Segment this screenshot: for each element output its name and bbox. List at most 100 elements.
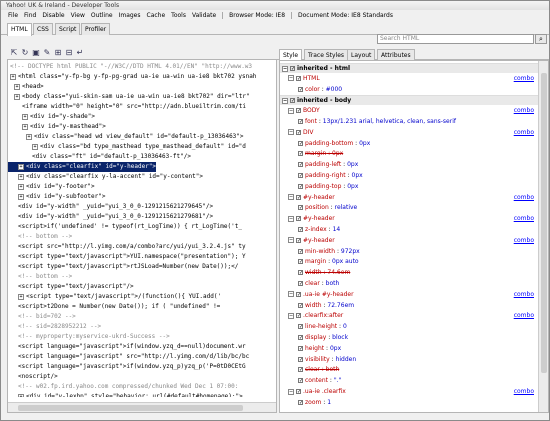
scrollbar-thumb[interactable] [18,405,243,411]
html-node[interactable]: <script language="javascript">if(window.… [8,342,246,352]
html-node[interactable]: <!-- sid=2828952212 --> [8,322,101,332]
html-node[interactable]: + <html class="y-fp-bg y-fp-pg-grad ua-ie… [8,72,256,82]
source-link[interactable]: combo [514,311,534,321]
expand-node-icon[interactable]: + [18,183,24,190]
horizontal-scrollbar[interactable] [8,402,276,412]
html-node[interactable]: <noscript/> [8,372,58,382]
html-node[interactable]: + <div id="y-shade"> [8,112,95,122]
checkbox[interactable]: ✓ [298,281,303,287]
html-node[interactable]: <script type="text/javascript">rtJSLoad=… [8,262,238,272]
checkbox[interactable]: ✓ [298,399,303,405]
source-link[interactable]: combo [514,193,534,203]
checkbox[interactable]: ✓ [296,75,301,81]
checkbox[interactable]: ✓ [298,119,303,125]
document-mode-menu[interactable]: Document Mode: IE8 Standards [295,12,396,19]
menu-find[interactable]: Find [21,12,39,19]
html-node[interactable]: <!-- bid=702 --> [8,312,76,322]
checkbox[interactable]: ✓ [298,302,303,308]
collapse-icon[interactable]: ⊟ [64,48,74,58]
checkbox[interactable]: ✓ [298,227,303,233]
html-node[interactable]: <script>if('undefined' != typeof(rt_LogT… [8,222,242,232]
checkbox[interactable]: ✓ [298,259,303,265]
expand-node-icon[interactable]: + [10,73,16,80]
source-link[interactable]: combo [514,106,534,116]
html-tree-pane[interactable]: <!-- DOCTYPE html PUBLIC "-//W3C//DTD HT… [7,59,277,413]
html-node[interactable]: + <div class="head wd view_default" id="d… [8,132,244,142]
html-node[interactable]: <script src="http://l.yimg.com/a/combo?a… [8,242,246,252]
html-node[interactable]: + <div id="y-subfooter"> [8,192,105,202]
tab-attributes[interactable]: Attributes [377,49,415,60]
html-node[interactable]: <script language="javascript">if(window.… [8,362,246,372]
html-node[interactable]: <!-- myproperty:myservice-ukrd-Success -… [8,332,170,342]
collapse-icon[interactable]: − [288,312,294,319]
source-link[interactable]: combo [514,387,534,397]
checkbox[interactable]: ✓ [296,237,301,243]
html-node[interactable]: + <head> [8,82,44,92]
expand-node-icon[interactable]: + [14,83,20,90]
checkbox[interactable]: ✓ [296,129,301,135]
checkbox[interactable]: ✓ [298,205,303,211]
html-node[interactable]: <div class="ft" id="default-p_13036463-f… [8,152,191,162]
collapse-icon[interactable]: − [288,388,294,395]
html-node[interactable]: <div id="y-width" _yuid="yui_3_0_0-12912… [8,212,213,222]
save-icon[interactable]: ▣ [31,48,41,58]
html-node[interactable]: <iframe width="0" height="0" src="http:/… [8,102,246,112]
tab-html[interactable]: HTML [7,23,32,36]
style-pane[interactable]: − ✓ inherited - html − ✓ HTML combo ✓ color : #0… [279,60,549,413]
checkbox[interactable]: ✓ [298,173,303,179]
expand-node-icon[interactable]: + [32,143,38,150]
expand-all-icon[interactable]: ⊞ [53,48,63,58]
tab-css[interactable]: CSS [33,23,53,35]
expand-node-icon[interactable]: + [18,193,24,200]
html-node[interactable]: <!-- bottom --> [8,232,72,242]
html-node[interactable]: <script>t2Done = Number(new Date()); if … [8,302,220,312]
checkbox[interactable]: ✓ [298,367,303,373]
expand-node-icon[interactable]: + [26,133,32,140]
checkbox[interactable]: ✓ [298,335,303,341]
refresh-icon[interactable]: ↻ [20,48,30,58]
menu-validate[interactable]: Validate [189,12,219,19]
tab-trace-styles[interactable]: Trace Styles [304,49,349,60]
source-link[interactable]: combo [514,290,534,300]
collapse-icon[interactable]: − [288,75,294,82]
html-node[interactable]: <!-- w02.fp.ird.yahoo.com compressed/chu… [8,382,238,392]
html-node[interactable]: + <body class="yui-skin-sam ua-ie ua-win … [8,92,250,102]
expand-node-icon[interactable]: + [18,173,24,180]
checkbox[interactable]: ✓ [298,248,303,254]
menu-images[interactable]: Images [116,12,144,19]
html-node[interactable]: <script type="text/javascript"/> [8,282,134,292]
expand-node-icon[interactable]: + [18,163,24,170]
checkbox[interactable]: ✓ [298,140,303,146]
collapse-icon[interactable]: − [288,291,294,298]
collapse-icon[interactable]: − [288,194,294,201]
checkbox[interactable]: ✓ [298,183,303,189]
checkbox[interactable]: ✓ [296,313,301,319]
expand-node-icon[interactable]: + [22,113,28,120]
tab-layout[interactable]: Layout [347,49,376,60]
checkbox[interactable]: ✓ [298,151,303,157]
source-link[interactable]: combo [514,236,534,246]
checkbox[interactable]: ✓ [298,345,303,351]
scrollbar-thumb[interactable] [541,73,547,373]
checkbox[interactable]: ✓ [290,98,295,104]
collapse-icon[interactable]: − [282,65,288,72]
collapse-icon[interactable]: − [288,215,294,222]
search-html-input[interactable]: Search HTML [377,34,534,44]
tab-profiler[interactable]: Profiler [81,23,111,35]
checkbox[interactable]: ✓ [298,324,303,330]
html-node[interactable]: <!-- DOCTYPE html PUBLIC "-//W3C//DTD HT… [8,62,252,72]
select-element-icon[interactable]: ⇱ [9,48,19,58]
menu-outline[interactable]: Outline [88,12,116,19]
source-link[interactable]: combo [514,74,534,84]
checkbox[interactable]: ✓ [298,356,303,362]
html-node[interactable]: + <div id="y-masthead"> [8,122,106,132]
checkbox[interactable]: ✓ [296,216,301,222]
menu-disable[interactable]: Disable [39,12,67,19]
checkbox[interactable]: ✓ [296,194,301,200]
collapse-icon[interactable]: − [288,107,294,114]
menu-cache[interactable]: Cache [144,12,169,19]
expand-node-icon[interactable]: + [14,93,20,100]
html-node[interactable]: <!-- bottom --> [8,272,72,282]
browser-mode-menu[interactable]: Browser Mode: IE8 [226,12,288,19]
expand-node-icon[interactable]: + [18,293,24,300]
